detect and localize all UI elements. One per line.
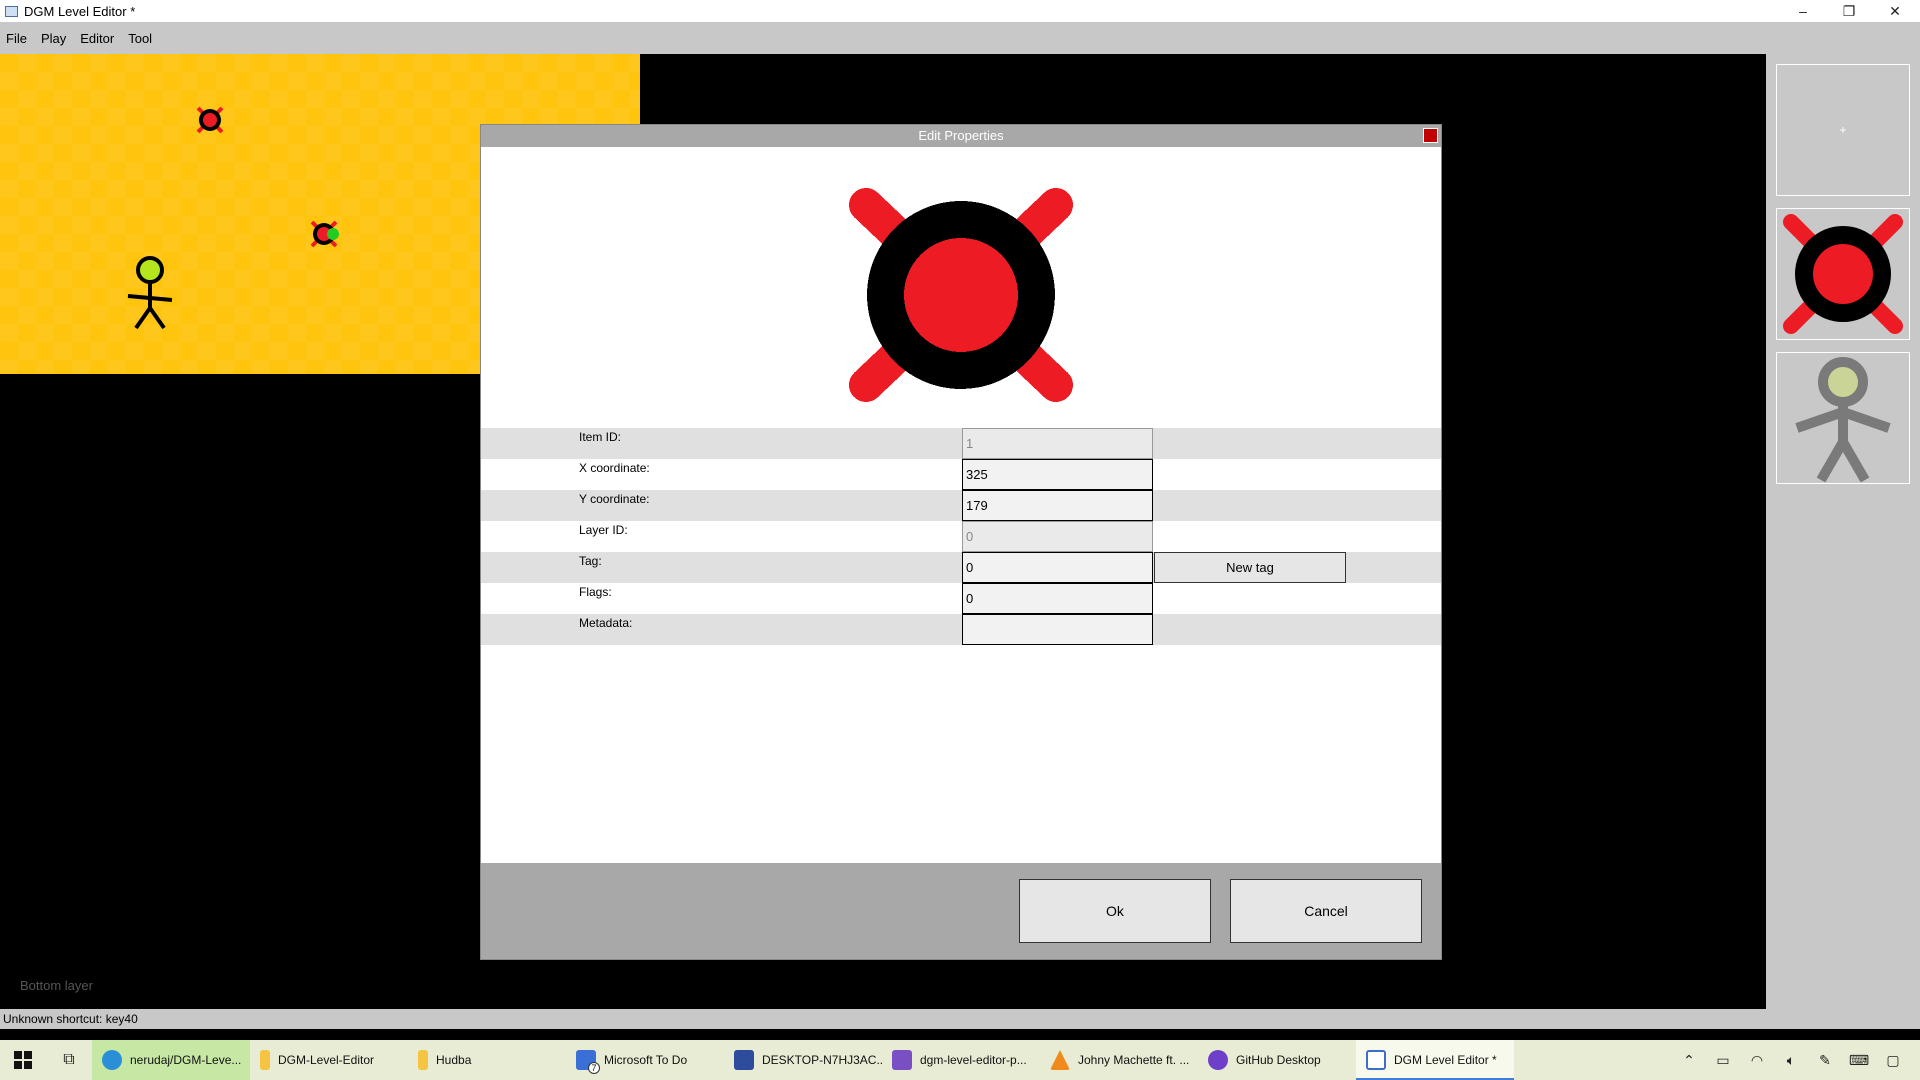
start-button[interactable] <box>0 1040 46 1080</box>
battery-icon[interactable]: ▭ <box>1710 1040 1736 1080</box>
mine-preview-image <box>849 188 1073 402</box>
system-tray: ⌃ ▭ ◠ 🔈︎ ✎ ⌨ ▢ <box>1668 1040 1920 1080</box>
taskbar-item-vlc[interactable]: Johny Machette ft. ... <box>1040 1040 1198 1080</box>
mine-icon <box>1783 214 1903 334</box>
prop-row-metadata: Metadata: <box>481 614 1441 645</box>
palette-item-person[interactable] <box>1776 352 1910 484</box>
flags-field[interactable]: 0 <box>962 583 1153 614</box>
github-icon <box>1208 1050 1228 1070</box>
menu-file[interactable]: File <box>6 31 27 46</box>
x-coordinate-label: X coordinate: <box>579 461 650 475</box>
status-bar: Unknown shortcut: key40 <box>0 1009 1920 1029</box>
app-icon <box>5 5 18 17</box>
taskbar-item-level-editor[interactable]: DGM Level Editor * <box>1356 1040 1514 1080</box>
vlc-icon <box>1050 1050 1070 1070</box>
layer-id-field: 0 <box>962 521 1153 552</box>
dialog-title-bar: Edit Properties <box>481 125 1441 147</box>
prop-row-y: Y coordinate: 179 <box>481 490 1441 521</box>
task-view-icon[interactable]: ⧉ <box>46 1040 92 1080</box>
taskbar-item-remote-desktop[interactable]: DESKTOP-N7HJ3AC... <box>724 1040 882 1080</box>
new-tag-button[interactable]: New tag <box>1154 552 1346 583</box>
taskbar-item-todo[interactable]: 7 Microsoft To Do <box>566 1040 724 1080</box>
menu-play[interactable]: Play <box>41 31 66 46</box>
person-icon <box>1795 357 1891 482</box>
layer-id-label: Layer ID: <box>579 523 628 537</box>
item-id-label: Item ID: <box>579 430 622 444</box>
task-label: Hudba <box>436 1053 472 1067</box>
item-id-field: 1 <box>962 428 1153 459</box>
close-window-button[interactable]: ✕ <box>1872 0 1918 22</box>
x-coordinate-field[interactable]: 325 <box>962 459 1153 490</box>
todo-badge: 7 <box>588 1062 600 1074</box>
task-label: Microsoft To Do <box>604 1053 688 1067</box>
object-palette: + <box>1766 54 1920 1009</box>
y-coordinate-label: Y coordinate: <box>579 492 650 506</box>
taskbar-item-github[interactable]: GitHub Desktop <box>1198 1040 1356 1080</box>
menu-bar: File Play Editor Tool <box>0 22 1920 54</box>
player-object[interactable] <box>127 256 173 330</box>
app-window-icon <box>1366 1050 1386 1070</box>
title-bar: DGM Level Editor * – ❐ ✕ <box>0 0 1920 22</box>
mine-object-selected[interactable] <box>310 220 339 248</box>
mine-object[interactable] <box>196 106 224 134</box>
task-label: Johny Machette ft. ... <box>1078 1053 1190 1067</box>
taskbar: ⧉ nerudaj/DGM-Leve... DGM-Level-Editor H… <box>0 1040 1920 1080</box>
visual-studio-icon <box>892 1050 912 1070</box>
dialog-close-button[interactable] <box>1423 128 1438 143</box>
windows-logo-icon <box>14 1051 32 1069</box>
restore-button[interactable]: ❐ <box>1826 0 1872 22</box>
menu-tool[interactable]: Tool <box>128 31 152 46</box>
folder-icon <box>260 1050 270 1070</box>
add-item-slot[interactable]: + <box>1776 64 1910 196</box>
wifi-icon[interactable]: ◠ <box>1744 1040 1770 1080</box>
notification-icon[interactable]: ▢ <box>1880 1040 1906 1080</box>
chevron-up-icon[interactable]: ⌃ <box>1676 1040 1702 1080</box>
prop-row-x: X coordinate: 325 <box>481 459 1441 490</box>
prop-row-tag: Tag: 0 New tag <box>481 552 1441 583</box>
task-label: DGM Level Editor * <box>1394 1053 1497 1067</box>
dialog-title: Edit Properties <box>918 128 1004 143</box>
edit-properties-dialog: Edit Properties Item ID: 1 X coordinate:… <box>480 124 1442 960</box>
remote-desktop-icon <box>734 1050 754 1070</box>
todo-icon: 7 <box>576 1050 600 1074</box>
tag-label: Tag: <box>579 554 602 568</box>
prop-row-layer: Layer ID: 0 <box>481 521 1441 552</box>
taskbar-item-visual-studio[interactable]: dgm-level-editor-p... <box>882 1040 1040 1080</box>
edge-icon <box>102 1050 122 1070</box>
menu-editor[interactable]: Editor <box>80 31 114 46</box>
task-label: GitHub Desktop <box>1236 1053 1321 1067</box>
speaker-icon[interactable]: 🔈︎ <box>1778 1040 1804 1080</box>
pen-icon[interactable]: ✎ <box>1812 1040 1838 1080</box>
layer-label: Bottom layer <box>20 978 93 993</box>
taskbar-item-folder-editor[interactable]: DGM-Level-Editor <box>250 1040 408 1080</box>
flags-label: Flags: <box>579 585 612 599</box>
task-label: DESKTOP-N7HJ3AC... <box>762 1053 882 1067</box>
y-coordinate-field[interactable]: 179 <box>962 490 1153 521</box>
minimize-button[interactable]: – <box>1780 0 1826 22</box>
task-label: nerudaj/DGM-Leve... <box>130 1053 242 1067</box>
metadata-label: Metadata: <box>579 616 633 630</box>
ok-button[interactable]: Ok <box>1019 879 1211 943</box>
folder-icon <box>418 1050 428 1070</box>
metadata-field[interactable] <box>962 614 1153 645</box>
palette-item-mine[interactable] <box>1776 208 1910 340</box>
taskbar-item-folder-hudba[interactable]: Hudba <box>408 1040 566 1080</box>
prop-row-flags: Flags: 0 <box>481 583 1441 614</box>
task-label: dgm-level-editor-p... <box>920 1053 1027 1067</box>
keyboard-icon[interactable]: ⌨ <box>1846 1040 1872 1080</box>
window-title: DGM Level Editor * <box>24 3 136 19</box>
prop-row-item-id: Item ID: 1 <box>481 428 1441 459</box>
tag-field[interactable]: 0 <box>962 552 1153 583</box>
plus-icon: + <box>1839 123 1847 137</box>
dialog-footer: Ok Cancel <box>481 863 1441 959</box>
cancel-button[interactable]: Cancel <box>1230 879 1422 943</box>
taskbar-item-edge[interactable]: nerudaj/DGM-Leve... <box>92 1040 250 1080</box>
task-label: DGM-Level-Editor <box>278 1053 375 1067</box>
